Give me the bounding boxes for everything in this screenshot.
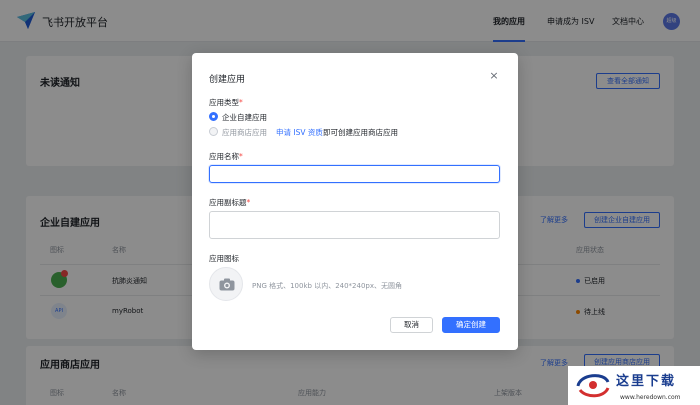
required-mark: * [246,198,251,207]
radio-store-app [209,127,218,136]
create-app-dialog: 创建应用 × 应用类型* 企业自建应用 应用商店应用 申请 ISV 资质 即可创… [192,53,518,350]
icon-upload-area[interactable] [209,267,243,301]
required-mark: * [239,152,243,161]
site-watermark: 这里下载 www.heredown.com [568,366,700,405]
isv-hint: 即可创建应用商店应用 [323,128,398,137]
app-name-label-text: 应用名称 [209,152,239,161]
apply-isv-link[interactable]: 申请 ISV 资质 [276,127,323,138]
confirm-create-button[interactable]: 确定创建 [442,317,500,333]
app-icon-label: 应用图标 [209,254,239,263]
radio-enterprise-app[interactable] [209,112,218,121]
app-name-input[interactable] [209,165,500,183]
required-mark: * [239,98,243,107]
icon-upload-hint: PNG 格式、100kb 以内、240*240px、无圆角 [252,282,402,290]
swirl-logo-icon [576,374,610,398]
page-root: 飞书开放平台 我的应用 申请成为 ISV 文档中心 超级 未读通知 查看全部通知… [0,0,700,405]
dialog-title: 创建应用 [209,75,246,85]
watermark-url: www.heredown.com [620,394,681,401]
watermark-title: 这里下载 [616,374,677,389]
app-type-label: 应用类型* [209,97,243,108]
app-subtitle-label: 应用副标题* [209,197,250,208]
radio-enterprise-label[interactable]: 企业自建应用 [222,112,267,123]
radio-store-label: 应用商店应用 [222,128,267,137]
app-type-label-text: 应用类型 [209,98,239,107]
close-icon[interactable]: × [488,70,500,82]
camera-icon [219,278,235,291]
app-subtitle-label-text: 应用副标题 [209,198,247,207]
cancel-button[interactable]: 取消 [390,317,433,333]
app-subtitle-input[interactable] [209,211,500,239]
app-name-label: 应用名称* [209,151,243,162]
